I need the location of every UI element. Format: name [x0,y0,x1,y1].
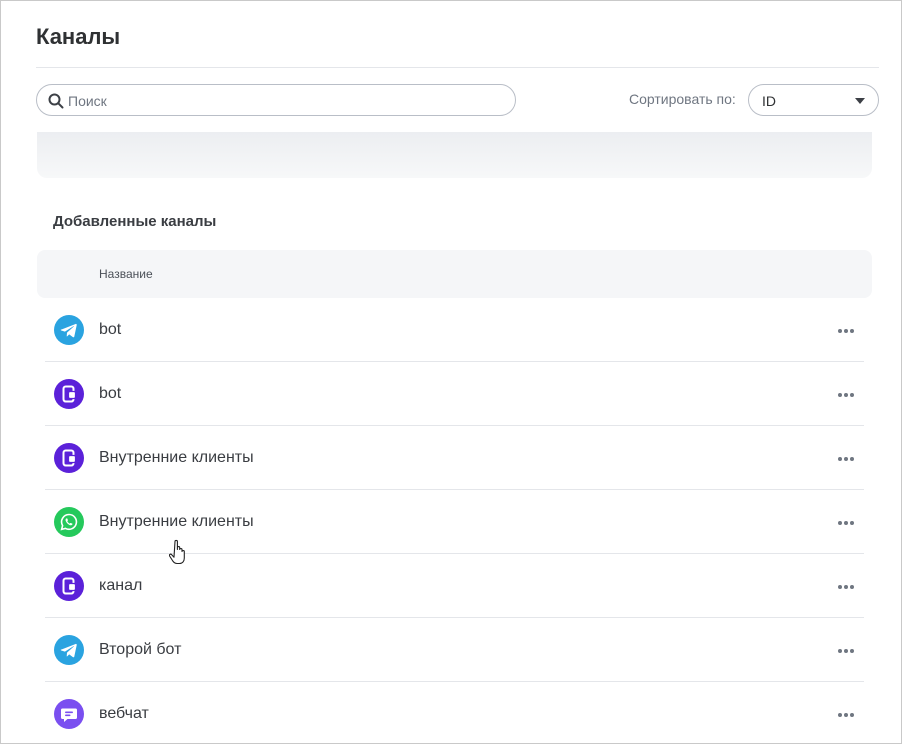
sort-select[interactable]: ID [748,84,879,116]
channel-row[interactable]: вебчат [45,682,864,743]
more-options-icon[interactable] [836,640,856,660]
mobile-app-icon [54,379,84,409]
caret-down-icon [855,98,865,104]
channel-row[interactable]: Внутренние клиенты [45,490,864,554]
channel-row[interactable]: bot [45,298,864,362]
channel-name[interactable]: Второй бот [99,641,181,659]
channel-name[interactable]: канал [99,577,142,595]
more-options-icon[interactable] [836,448,856,468]
channel-row[interactable]: bot [45,362,864,426]
channel-row[interactable]: канал [45,554,864,618]
channel-name[interactable]: Внутренние клиенты [99,513,254,531]
sort-label: Сортировать по: [629,91,736,107]
section-title: Добавленные каналы [53,213,217,230]
more-options-icon[interactable] [836,384,856,404]
more-options-icon[interactable] [836,512,856,532]
more-options-icon[interactable] [836,576,856,596]
telegram-icon [54,315,84,345]
app-window: Каналы Сортировать по: ID Добавленные ка… [0,0,902,744]
webchat-icon [54,699,84,729]
channel-list: bot bot Внутренние клиенты Внутренние клиен… [45,298,864,743]
channel-name[interactable]: bot [99,321,121,339]
search-box[interactable] [36,84,516,116]
channel-name[interactable]: Внутренние клиенты [99,449,254,467]
empty-card [37,132,872,178]
telegram-icon [54,635,84,665]
channel-name[interactable]: bot [99,385,121,403]
whatsapp-icon [54,507,84,537]
more-options-icon[interactable] [836,320,856,340]
more-options-icon[interactable] [836,704,856,724]
sort-select-value: ID [762,93,776,109]
search-input[interactable] [68,91,498,111]
mobile-app-icon [54,443,84,473]
channel-row[interactable]: Внутренние клиенты [45,426,864,490]
channel-row[interactable]: Второй бот [45,618,864,682]
hand-cursor-icon [169,539,185,565]
column-header-name: Название [99,267,153,281]
mobile-app-icon [54,571,84,601]
table-header: Название [37,250,872,298]
channel-name[interactable]: вебчат [99,705,149,723]
header-divider [36,67,879,68]
search-icon [48,93,64,109]
page-title: Каналы [36,24,121,49]
